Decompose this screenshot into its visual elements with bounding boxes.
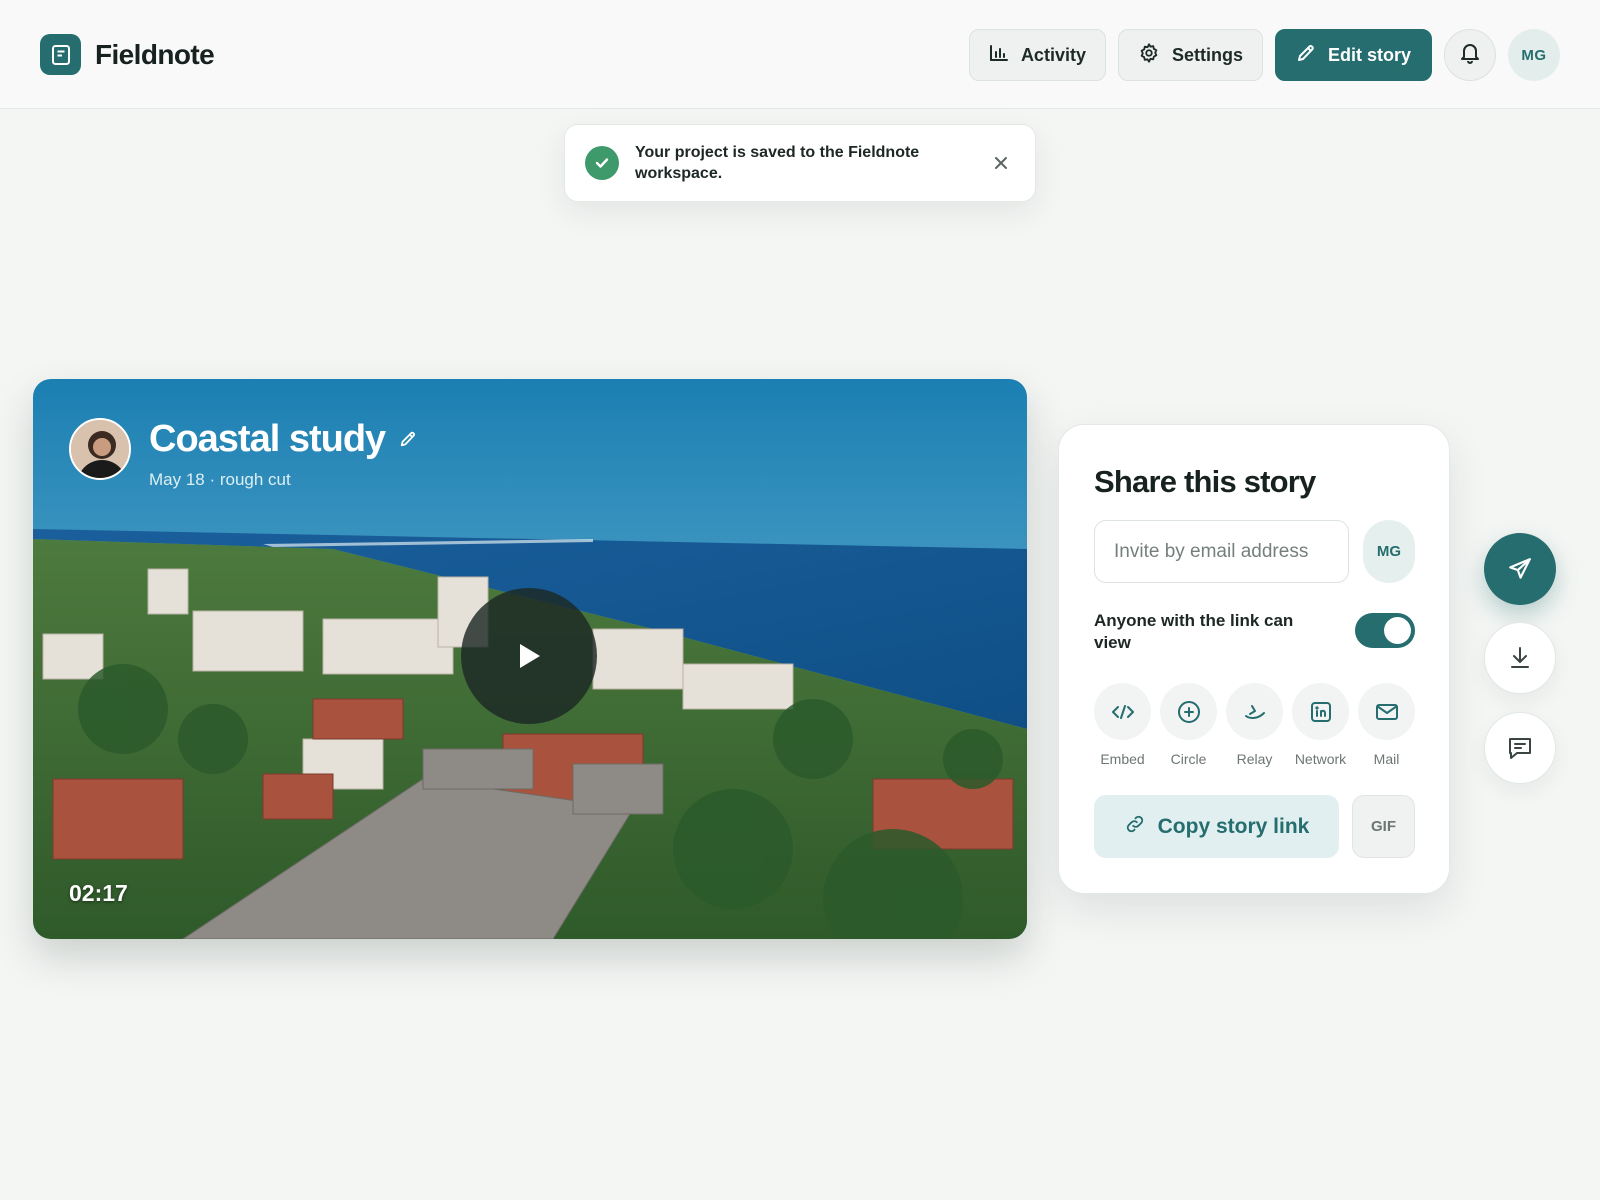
notifications-button[interactable] <box>1444 29 1496 81</box>
mail-icon <box>1358 683 1415 740</box>
circle-plus-icon <box>1160 683 1217 740</box>
video-meta: Coastal study May 18 · rough cut <box>149 418 417 490</box>
download-icon <box>1511 647 1529 668</box>
link-permission-toggle[interactable] <box>1355 613 1415 648</box>
pencil-icon <box>1296 43 1316 68</box>
comment-button[interactable] <box>1484 712 1556 784</box>
linkedin-icon <box>1292 683 1349 740</box>
share-target-label: Embed <box>1100 751 1145 767</box>
code-icon <box>1094 683 1151 740</box>
share-target-label: Circle <box>1170 751 1207 767</box>
toast-message: Your project is saved to the Fieldnote w… <box>635 144 920 182</box>
edit-title-pencil-icon[interactable] <box>399 430 417 448</box>
bar-chart-icon <box>989 44 1009 67</box>
activity-button[interactable]: Activity <box>968 29 1106 81</box>
share-target-circle[interactable]: Circle <box>1160 683 1217 767</box>
edit-story-label: Edit story <box>1327 44 1411 65</box>
author-avatar[interactable] <box>69 418 131 480</box>
share-targets: Embed Circle Relay Network Mail <box>1094 683 1415 767</box>
video-title-line: Coastal study <box>149 418 417 460</box>
send-icon <box>1509 558 1531 579</box>
brand[interactable]: Fieldnote <box>40 34 215 75</box>
invite-email-input[interactable] <box>1094 520 1349 583</box>
send-button[interactable] <box>1484 533 1556 605</box>
play-icon <box>520 644 540 668</box>
copy-story-link-label: Copy story link <box>1157 814 1310 838</box>
top-bar: Fieldnote Activity Settings Edit story M… <box>0 0 1600 109</box>
check-icon <box>585 146 619 180</box>
share-panel: Share this story MG Anyone with the link… <box>1058 424 1450 894</box>
app-name: Fieldnote <box>95 38 215 70</box>
video-duration: 02:17 <box>69 880 128 906</box>
invite-avatar[interactable]: MG <box>1363 520 1415 583</box>
save-toast: Your project is saved to the Fieldnote w… <box>564 124 1036 202</box>
video-header: Coastal study May 18 · rough cut <box>69 418 417 490</box>
header-actions: Activity Settings Edit story MG <box>968 29 1560 81</box>
video-player[interactable]: Coastal study May 18 · rough cut 02:17 <box>33 379 1027 939</box>
play-button[interactable] <box>461 588 597 724</box>
user-avatar[interactable]: MG <box>1508 29 1560 81</box>
video-title: Coastal study <box>149 418 386 460</box>
gif-button[interactable]: GIF <box>1352 795 1415 858</box>
share-target-mail[interactable]: Mail <box>1358 683 1415 767</box>
toggle-knob <box>1384 617 1411 644</box>
settings-button[interactable]: Settings <box>1117 29 1263 81</box>
link-icon <box>1124 813 1146 841</box>
share-target-embed[interactable]: Embed <box>1094 683 1151 767</box>
share-title: Share this story <box>1094 464 1316 499</box>
copy-story-link-button[interactable]: Copy story link <box>1094 795 1339 858</box>
activity-label: Activity <box>1020 44 1086 65</box>
gear-icon <box>1138 42 1160 69</box>
settings-label: Settings <box>1171 44 1243 65</box>
share-target-relay[interactable]: Relay <box>1226 683 1283 767</box>
share-target-network[interactable]: Network <box>1292 683 1349 767</box>
comment-icon <box>1509 738 1531 759</box>
video-subtitle: May 18 · rough cut <box>149 470 291 489</box>
relay-icon <box>1226 683 1283 740</box>
edit-story-button[interactable]: Edit story <box>1274 29 1432 81</box>
share-target-label: Relay <box>1236 751 1273 767</box>
share-target-label: Network <box>1294 751 1347 767</box>
download-button[interactable] <box>1484 622 1556 694</box>
bell-icon <box>1460 42 1480 69</box>
close-icon[interactable] <box>987 149 1015 177</box>
share-target-label: Mail <box>1373 751 1400 767</box>
fieldnote-logo-icon <box>40 34 81 75</box>
link-permission-label: Anyone with the link can view <box>1094 611 1294 652</box>
